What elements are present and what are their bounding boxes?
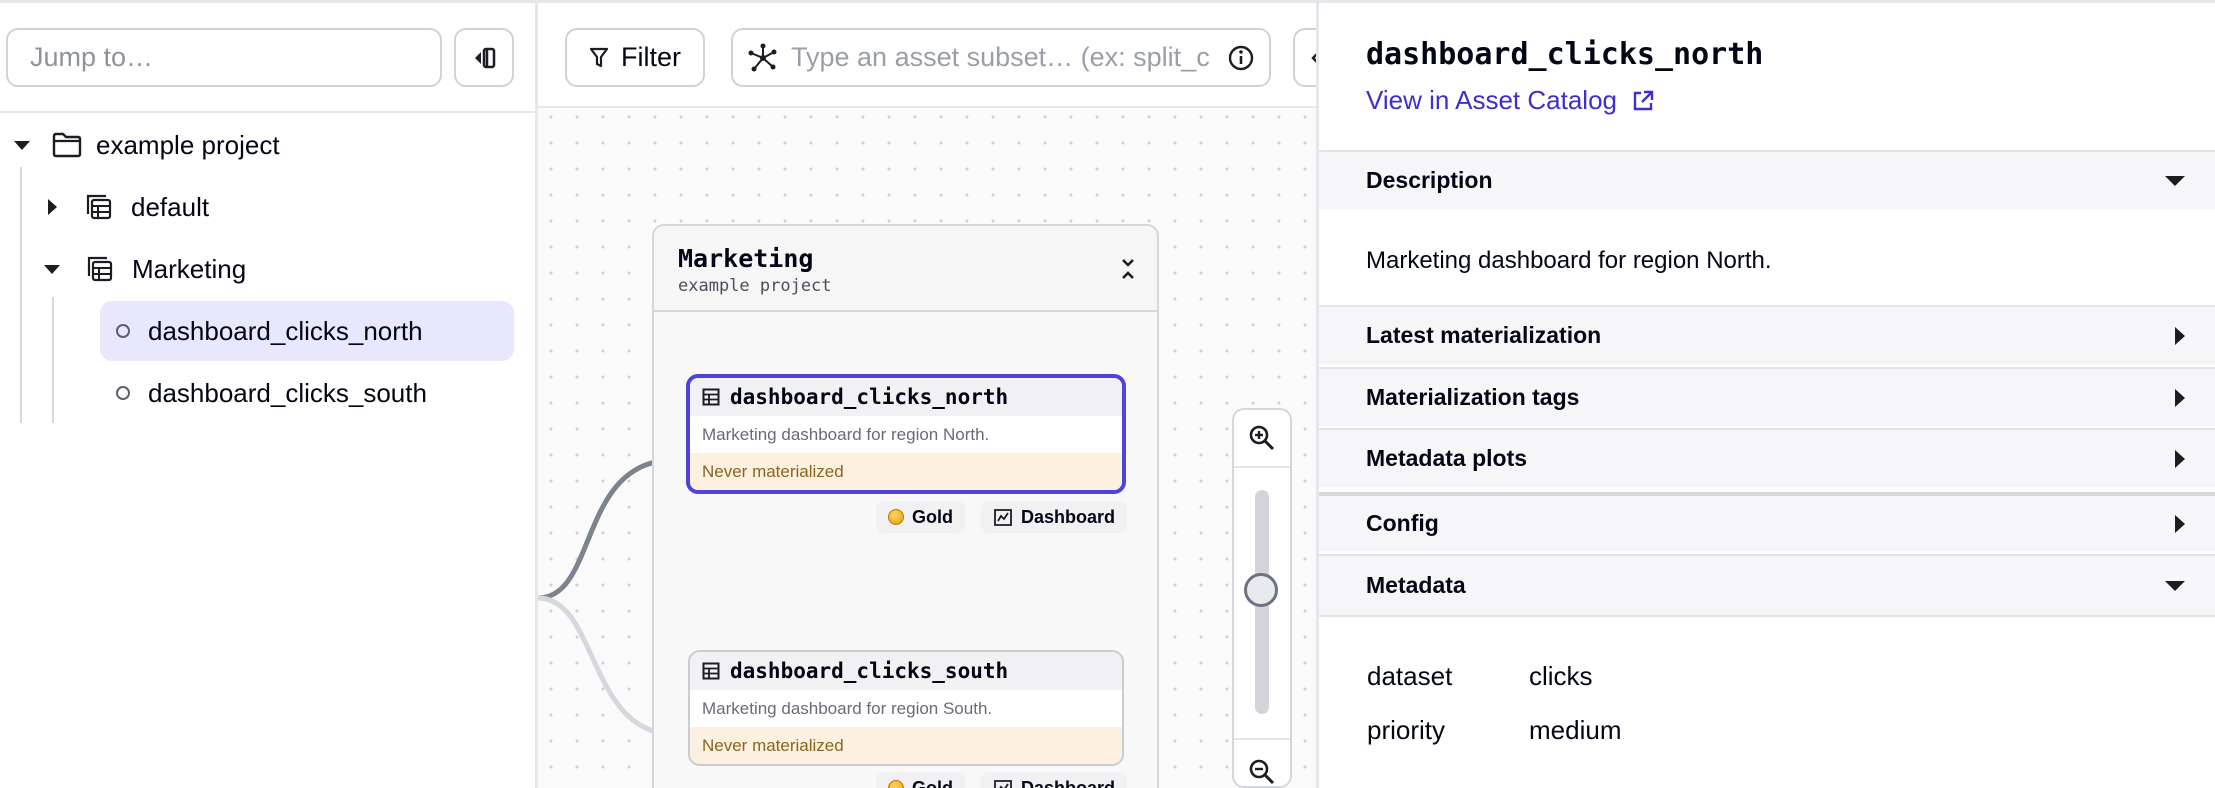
project-label: example project [96,129,280,160]
zoom-slider-thumb[interactable] [1244,573,1278,607]
asset-graph-canvas[interactable]: Marketing example project dashboard_clic… [538,0,1316,788]
section-config-header[interactable]: Config [1319,492,2215,551]
tag-label: Gold [912,777,953,788]
chevron-right-icon [48,199,57,215]
chevron-down-icon [2165,580,2185,591]
asset-status-circle-icon [116,324,130,338]
filter-button[interactable]: Filter [565,28,705,87]
zoom-control [1232,408,1292,788]
chevron-right-icon [2175,388,2185,407]
tag-gold[interactable]: Gold [876,772,965,788]
node-status: Never materialized [690,727,1122,764]
group-location: example project [678,276,832,296]
zoom-in-icon[interactable] [1248,424,1276,452]
filter-label: Filter [621,42,681,72]
jump-to-input[interactable] [6,28,442,87]
section-label: Materialization tags [1366,384,1580,410]
external-link-icon [1633,90,1654,110]
tag-gold[interactable]: Gold [876,501,965,533]
section-label: Config [1366,510,1439,536]
asset-title: dashboard_clicks_north [1366,37,1764,72]
asset-sidebar: example project default Marketing dashbo… [0,0,538,788]
table-icon [702,662,720,680]
node-status: Never materialized [690,453,1122,490]
section-materialization-tags-header[interactable]: Materialization tags [1319,367,2215,426]
dashboard-icon [994,780,1012,788]
asset-status-circle-icon [116,386,130,400]
collapse-group-icon[interactable] [1119,256,1137,282]
chevron-right-icon [2175,326,2185,345]
info-icon[interactable] [1227,44,1255,72]
table-icon [702,388,720,406]
gold-tier-icon [888,780,904,788]
tree-guide-line [52,297,54,423]
section-label: Metadata plots [1366,445,1528,471]
catalog-link-label: View in Asset Catalog [1366,85,1617,115]
filter-icon [589,47,609,67]
chevron-right-icon [2175,514,2185,533]
tag-label: Dashboard [1021,777,1116,788]
chevron-down-icon [44,264,60,274]
tree-item-default[interactable]: default [48,187,209,227]
group-header[interactable]: Marketing example project [654,226,1157,312]
dashboard-icon [994,509,1012,526]
asset-selection-icon [748,43,777,71]
group-label-default: default [131,191,210,222]
metadata-value: medium [1529,715,1622,745]
folder-icon [52,132,82,158]
asset-group-icon [87,256,113,282]
tree-item-dashboard-clicks-south[interactable]: dashboard_clicks_south [100,363,514,423]
metadata-key: priority [1367,715,1446,745]
tag-dashboard[interactable]: Dashboard [981,772,1128,788]
arrow-left-icon [1311,53,1316,63]
node-title: dashboard_clicks_north [730,385,1009,409]
sidebar-collapse-icon [475,47,496,68]
node-description: Marketing dashboard for region South. [690,690,1122,727]
graph-toolbar: Filter [538,0,1316,108]
metadata-key: dataset [1367,661,1453,691]
tag-label: Gold [912,506,953,527]
node-title: dashboard_clicks_south [730,659,1009,683]
tree-guide-line [20,167,22,423]
zoom-out-icon[interactable] [1248,758,1276,786]
metadata-value: clicks [1529,661,1593,691]
tree-item-dashboard-clicks-north[interactable]: dashboard_clicks_north [100,301,514,361]
section-metadata-header[interactable]: Metadata [1319,554,2215,617]
tag-label: Dashboard [1021,506,1116,527]
asset-selection-box[interactable] [731,28,1271,87]
group-label-marketing: Marketing [132,253,247,284]
section-description-header[interactable]: Description [1319,150,2215,209]
view-in-catalog-link[interactable]: View in Asset Catalog [1366,85,1655,116]
asset-group-icon [86,194,112,220]
asset-selection-input[interactable] [789,41,1213,74]
section-metadata-plots-header[interactable]: Metadata plots [1319,428,2215,487]
asset-details-panel: dashboard_clicks_north View in Asset Cat… [1316,0,2215,788]
chevron-down-icon [14,140,30,150]
graph-options-button[interactable] [1293,28,1316,87]
collapse-sidebar-button[interactable] [454,28,514,87]
tree-item-marketing[interactable]: Marketing [44,249,246,289]
asset-label: dashboard_clicks_south [148,377,427,408]
sidebar-search-bar [0,3,535,113]
node-description: Marketing dashboard for region North. [690,416,1122,453]
tree-item-project[interactable]: example project [14,125,280,165]
section-label: Latest materialization [1366,322,1602,348]
group-title: Marketing [678,244,814,273]
chevron-down-icon [2165,175,2185,186]
asset-label: dashboard_clicks_north [148,315,423,346]
gold-tier-icon [888,509,904,525]
asset-node-dashboard-clicks-south[interactable]: dashboard_clicks_south Marketing dashboa… [688,650,1124,766]
section-label: Description [1366,167,1493,193]
tag-dashboard[interactable]: Dashboard [981,501,1128,533]
asset-node-dashboard-clicks-north[interactable]: dashboard_clicks_north Marketing dashboa… [686,374,1126,494]
chevron-right-icon [2175,449,2185,468]
description-text: Marketing dashboard for region North. [1366,247,1772,274]
section-latest-materialization-header[interactable]: Latest materialization [1319,305,2215,364]
section-label: Metadata [1366,572,1466,598]
